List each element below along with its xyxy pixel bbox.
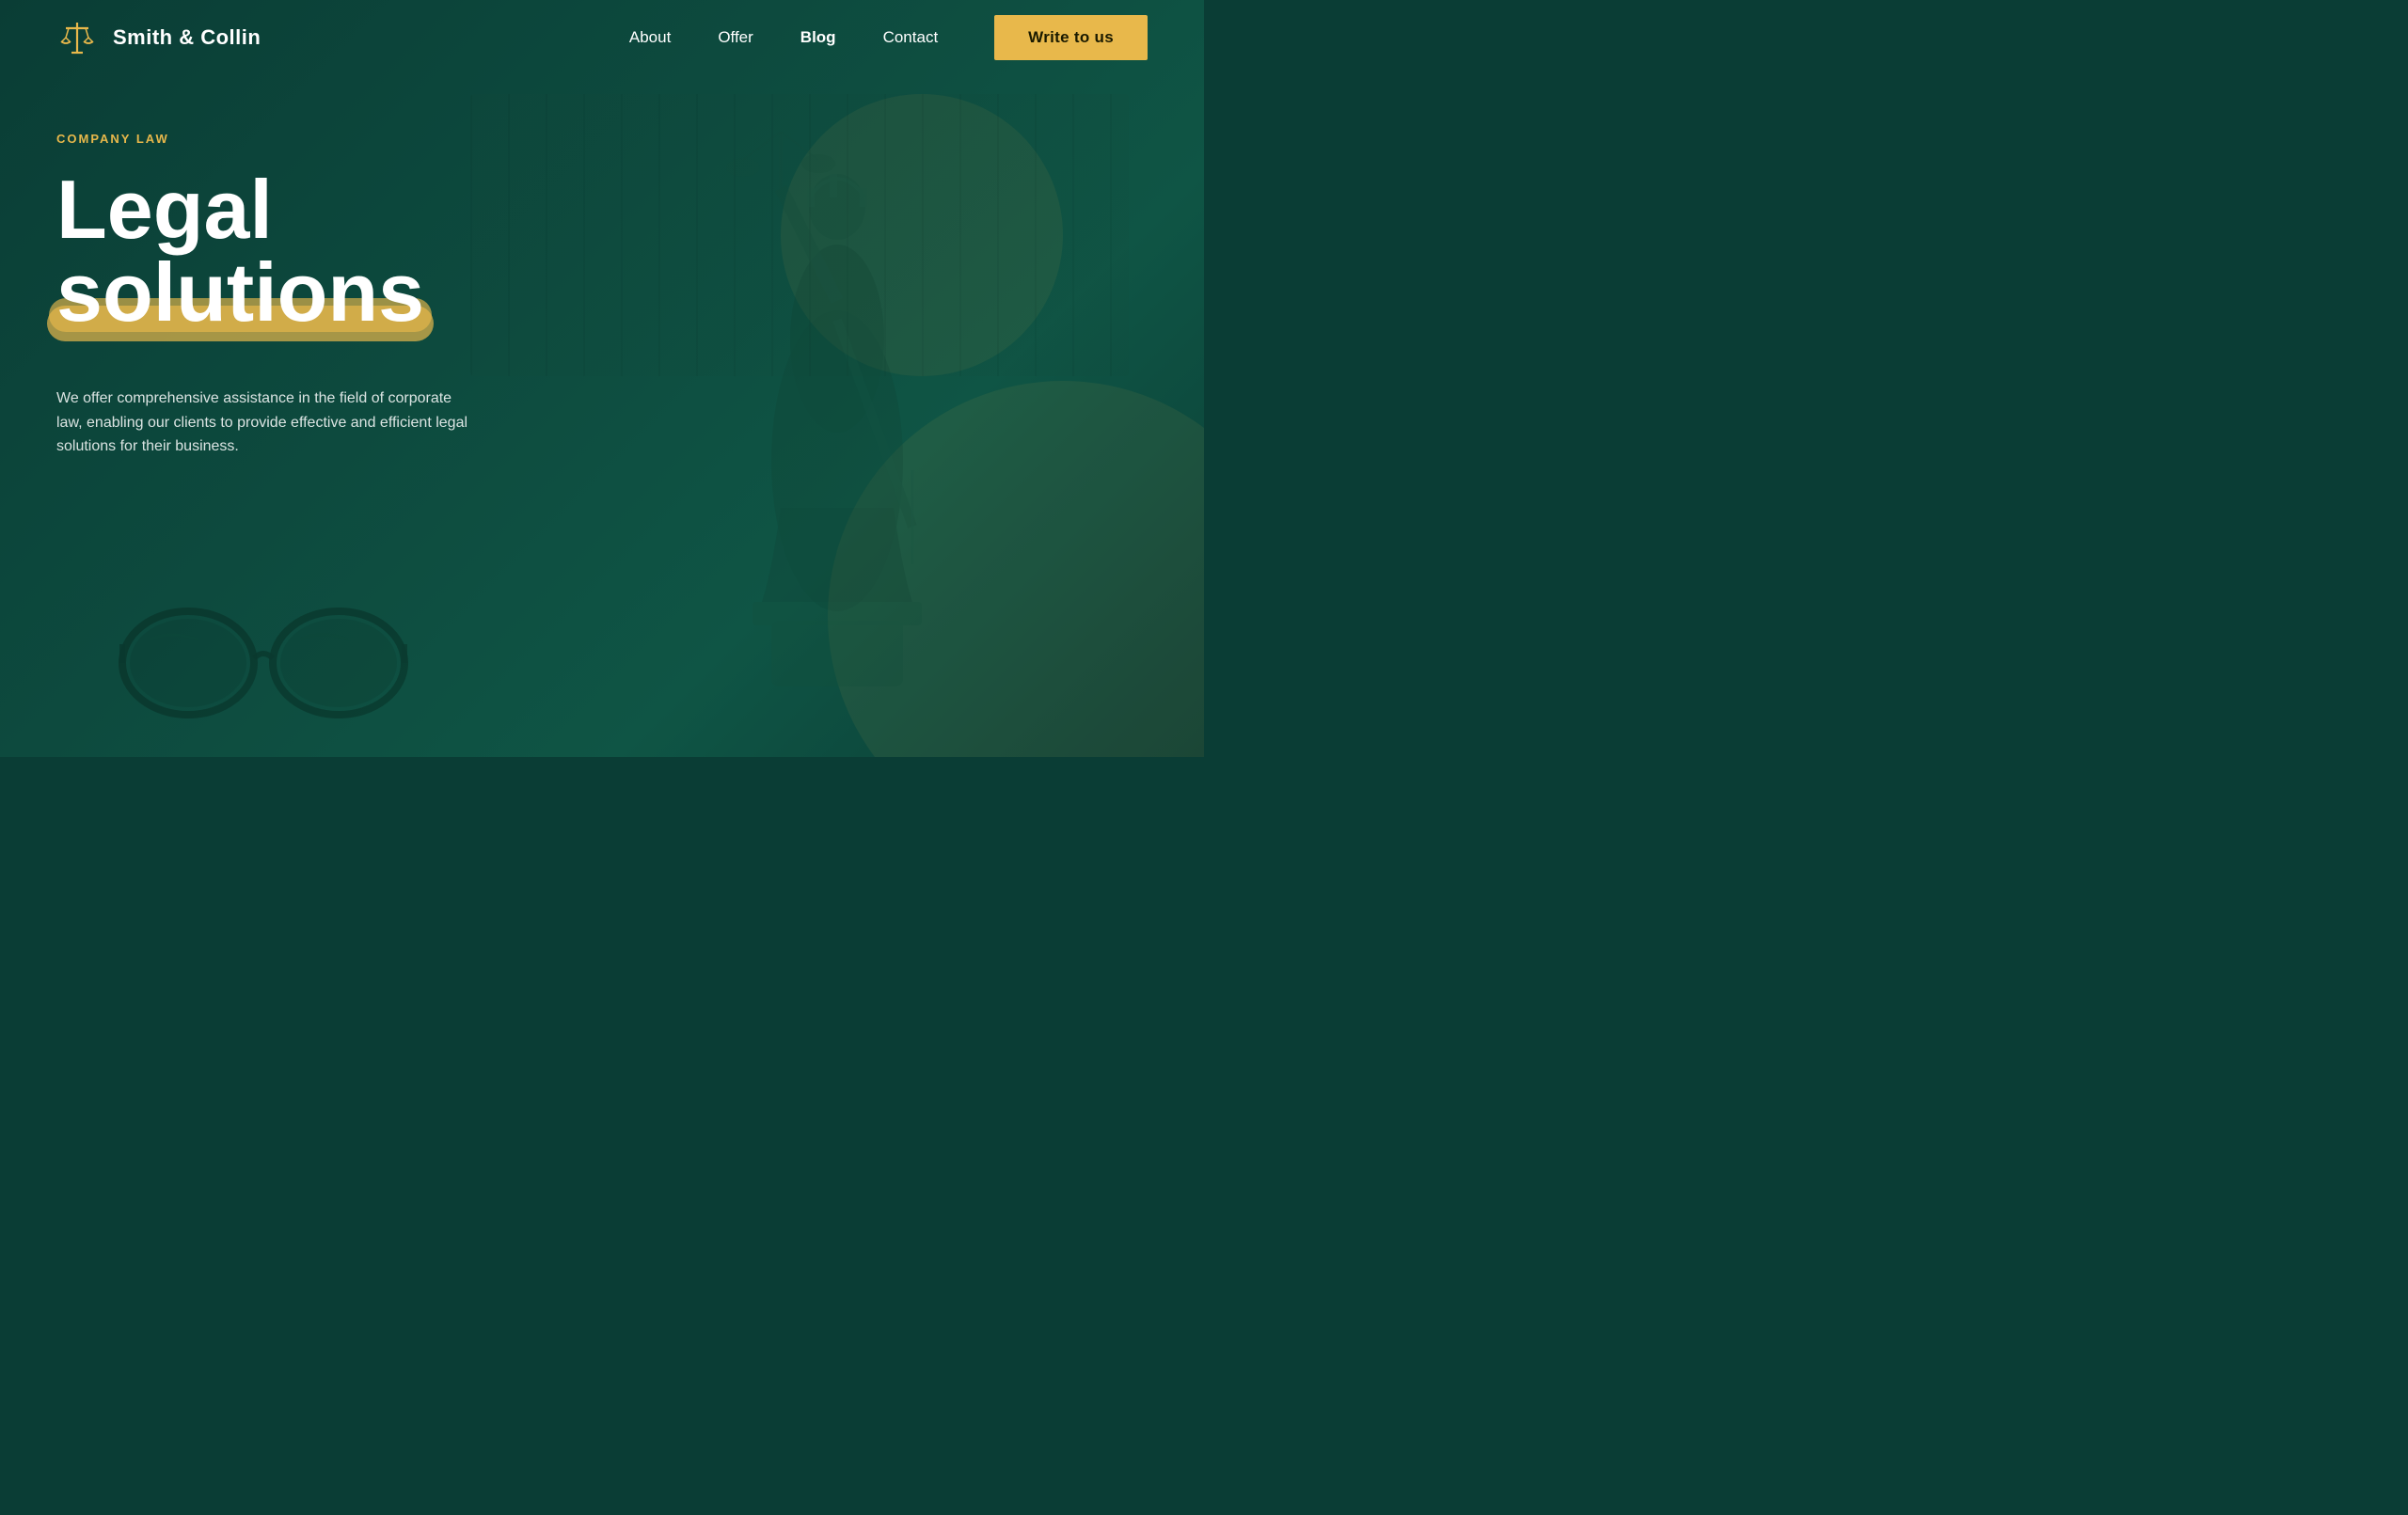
nav-links: About Offer Blog Contact — [629, 28, 938, 47]
nav-link-blog[interactable]: Blog — [800, 28, 836, 47]
logo-area[interactable]: Smith & Collin — [56, 17, 261, 58]
hero-title-line2: solutions — [56, 251, 424, 334]
write-to-us-button[interactable]: Write to us — [994, 15, 1148, 60]
category-label: COMPANY LAW — [56, 132, 480, 146]
hero-title-line1: Legal — [56, 168, 480, 251]
logo-icon — [56, 17, 98, 58]
hero-title: Legal solutions — [56, 168, 480, 353]
page-wrapper: Smith & Collin About Offer Blog Contact … — [0, 0, 1204, 757]
nav-link-contact[interactable]: Contact — [883, 28, 939, 47]
hero-description: We offer comprehensive assistance in the… — [56, 387, 480, 459]
statue-silhouette — [658, 38, 1016, 696]
nav-link-offer[interactable]: Offer — [718, 28, 752, 47]
brand-name: Smith & Collin — [113, 25, 261, 50]
glasses-silhouette — [113, 588, 414, 738]
navbar: Smith & Collin About Offer Blog Contact … — [0, 0, 1204, 75]
hero-content: COMPANY LAW Legal solutions We offer com… — [56, 132, 480, 459]
nav-link-about[interactable]: About — [629, 28, 671, 47]
